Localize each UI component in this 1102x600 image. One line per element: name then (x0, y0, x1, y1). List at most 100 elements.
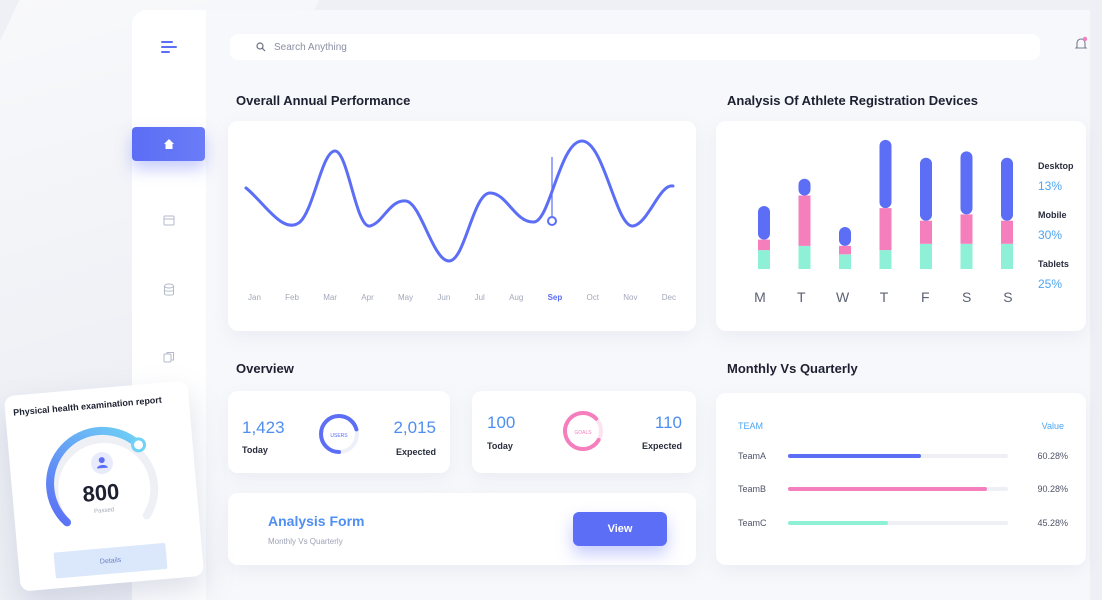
bar-stack-2[interactable] (839, 227, 851, 269)
bar-segment-tablets (839, 254, 851, 269)
month-label: Mar (323, 293, 338, 302)
bar-segment-mobile (1001, 220, 1013, 244)
devices-card: M T W T F S S Desktop 13% Mobile 30% Tab… (716, 121, 1086, 331)
month-label: Aug (509, 293, 524, 302)
goals-today-value: 100 (487, 413, 516, 432)
team-progress-track (787, 521, 1009, 525)
users-today-label: Today (242, 445, 268, 455)
bar-segment-mobile (920, 220, 932, 244)
goals-ring-label: GOALS (574, 430, 592, 436)
bar-stack-6[interactable] (1001, 157, 1013, 269)
bar-segment-desktop (758, 206, 770, 240)
legend-value: 13% (1038, 179, 1063, 193)
bar-stack-3[interactable] (879, 139, 892, 269)
report-title: Physical health examination report (12, 394, 163, 418)
monthly-title: Monthly Vs Quarterly (727, 361, 858, 376)
bar-stack-4[interactable] (920, 157, 932, 269)
day-label: S (961, 289, 972, 305)
bar-segment-desktop (879, 139, 892, 209)
users-expected-value: 2,015 (393, 418, 436, 437)
bar-segment-desktop (798, 178, 811, 196)
devices-title: Analysis Of Athlete Registration Devices (727, 93, 978, 108)
bar-segment-tablets (879, 250, 892, 269)
day-axis: M T W T F S S (748, 289, 1020, 305)
legend-desktop: Desktop 13% (1038, 161, 1074, 193)
month-label: Apr (361, 293, 374, 302)
health-report-card: Physical health examination report 800 P… (3, 380, 205, 592)
gauge-handle[interactable] (131, 437, 147, 453)
team-name: TeamC (738, 518, 767, 528)
sidebar-item-copy[interactable] (159, 347, 179, 367)
day-label: W (836, 289, 850, 305)
users-ring-label: USERS (330, 433, 348, 439)
legend-label: Desktop (1038, 161, 1074, 171)
team-value: 90.28% (1037, 484, 1068, 494)
bar-segment-tablets (758, 250, 770, 269)
team-value: 45.28% (1037, 518, 1068, 528)
users-ring: USERS (319, 414, 359, 454)
calendar-icon (163, 215, 175, 226)
search-placeholder: Search Anything (274, 41, 347, 53)
report-value: 800 (81, 478, 121, 507)
month-label: Nov (623, 293, 638, 302)
month-label: Jun (437, 293, 451, 302)
analysis-form-card: Analysis Form Monthly Vs Quarterly View (228, 493, 696, 565)
monthly-quarterly-card: TEAM Value TeamA 60.28% TeamB 90.28% Tea… (716, 393, 1086, 565)
bar-segment-mobile (798, 195, 811, 246)
home-icon (163, 139, 174, 149)
team-row: TeamB 90.28% (738, 482, 1068, 496)
sidebar-item-calendar[interactable] (159, 210, 179, 230)
day-label: T (797, 289, 806, 305)
month-label: Jan (248, 293, 261, 302)
sidebar-item-database[interactable] (159, 280, 179, 300)
day-label: M (754, 289, 766, 305)
performance-title: Overall Annual Performance (236, 93, 411, 108)
goals-ring: GOALS (563, 411, 603, 451)
bar-segment-desktop (1001, 157, 1013, 221)
performance-card: Jan Feb Mar Apr May Jun Jul Aug Sep Oct … (228, 121, 696, 331)
bar-stack-0[interactable] (758, 206, 770, 269)
performance-line-chart (244, 139, 675, 263)
month-label-active[interactable]: Sep (548, 293, 563, 302)
bar-segment-mobile (879, 208, 892, 251)
database-icon (164, 283, 174, 296)
month-axis: Jan Feb Mar Apr May Jun Jul Aug Sep Oct … (236, 293, 688, 302)
performance-line (244, 139, 675, 263)
month-label: Jul (474, 293, 485, 302)
goals-expected-value: 110 (654, 413, 682, 432)
menu-icon[interactable] (154, 34, 184, 60)
copy-icon (163, 352, 174, 363)
overview-goals-card: 100 Today GOALS 110 Expected (472, 391, 696, 473)
search-icon (256, 42, 266, 52)
team-name: TeamB (738, 484, 767, 494)
team-name: TeamA (738, 451, 767, 461)
bar-segment-mobile (960, 214, 973, 244)
search-bar[interactable]: Search Anything (230, 34, 1040, 60)
active-month-marker-dot[interactable] (547, 216, 557, 226)
day-label: T (879, 289, 889, 305)
day-label: S (1003, 289, 1013, 305)
sidebar-item-home[interactable] (132, 127, 205, 161)
bar-segment-desktop (839, 227, 851, 246)
team-progress-track (787, 487, 1009, 491)
bar-segment-tablets (960, 243, 973, 269)
view-button[interactable]: View (573, 512, 667, 546)
legend-mobile: Mobile 30% (1038, 210, 1067, 242)
month-label: May (398, 293, 414, 302)
team-row: TeamC 45.28% (738, 516, 1068, 530)
bar-segment-desktop (960, 151, 973, 215)
overview-title: Overview (236, 361, 294, 376)
goals-expected-label: Expected (641, 441, 682, 451)
bar-stack-5[interactable] (960, 151, 973, 269)
notification-bell-icon[interactable] (1074, 36, 1092, 54)
analysis-form-subtitle: Monthly Vs Quarterly (268, 537, 343, 546)
team-header: TEAM (738, 421, 764, 431)
bar-stack-1[interactable] (798, 178, 811, 269)
legend-label: Mobile (1038, 210, 1067, 220)
value-header: Value (1041, 421, 1064, 431)
month-label: Feb (285, 293, 299, 302)
team-value: 60.28% (1037, 451, 1068, 461)
bar-segment-tablets (798, 245, 811, 269)
team-progress-track (787, 454, 1009, 458)
users-today-value: 1,423 (242, 418, 285, 437)
